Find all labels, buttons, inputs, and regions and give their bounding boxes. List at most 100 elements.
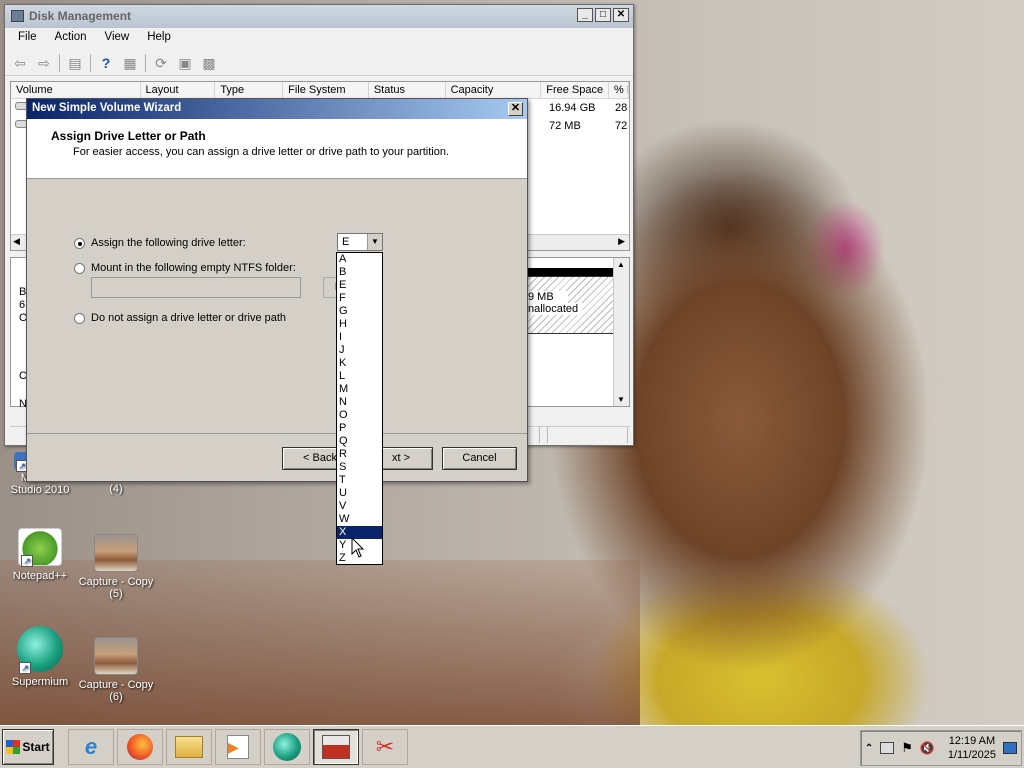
- network-icon[interactable]: [880, 742, 895, 754]
- firefox-icon: [127, 734, 153, 760]
- list-item[interactable]: Q: [337, 435, 382, 448]
- list-item[interactable]: I: [337, 331, 382, 344]
- supermium-icon: [273, 733, 301, 761]
- menu-view[interactable]: View: [96, 31, 139, 47]
- volume-muted-icon[interactable]: 🔇: [920, 741, 935, 755]
- radio-label: Assign the following drive letter:: [91, 237, 246, 249]
- list-item[interactable]: F: [337, 292, 382, 305]
- list-item[interactable]: H: [337, 318, 382, 331]
- list-item[interactable]: R: [337, 448, 382, 461]
- list-item[interactable]: V: [337, 500, 382, 513]
- close-button[interactable]: ✕: [613, 8, 629, 22]
- refresh-icon[interactable]: ⟳: [152, 54, 170, 72]
- window-titlebar[interactable]: Disk Management _ □ ✕: [5, 5, 633, 28]
- wizard-close-button[interactable]: ✕: [508, 102, 523, 116]
- list-item[interactable]: G: [337, 305, 382, 318]
- list-item[interactable]: M: [337, 383, 382, 396]
- taskbar-media-player[interactable]: ▶: [215, 729, 261, 765]
- vertical-scrollbar[interactable]: ▲ ▼: [613, 258, 629, 406]
- chevron-down-icon[interactable]: ▼: [367, 234, 382, 250]
- taskbar-internet-explorer[interactable]: e: [68, 729, 114, 765]
- window-title: Disk Management: [29, 9, 132, 23]
- windows-logo-icon: [6, 740, 21, 754]
- column-header[interactable]: Capacity: [446, 82, 542, 98]
- settings-icon[interactable]: ▩: [200, 54, 218, 72]
- drive-letter-dropdown[interactable]: A B E F G H I J K L M N O P Q R S T U V …: [336, 252, 383, 565]
- menu-file[interactable]: File: [9, 31, 46, 47]
- maximize-button[interactable]: □: [595, 8, 611, 22]
- cancel-button[interactable]: Cancel: [442, 447, 517, 470]
- wizard-heading: Assign Drive Letter or Path: [51, 129, 206, 143]
- list-item[interactable]: U: [337, 487, 382, 500]
- volume-list-header: Volume Layout Type File System Status Ca…: [11, 82, 629, 99]
- menu-action[interactable]: Action: [46, 31, 96, 47]
- column-header[interactable]: Layout: [141, 82, 216, 98]
- desktop-icon-label: (5): [109, 588, 123, 600]
- scroll-up-icon[interactable]: ▲: [617, 260, 625, 269]
- radio-icon: [74, 312, 85, 324]
- start-button[interactable]: Start: [2, 729, 54, 765]
- radio-icon: [74, 262, 85, 274]
- show-hidden-icons-icon[interactable]: ⌃: [865, 743, 873, 754]
- desktop-icon-label: (6): [109, 691, 123, 703]
- list-item[interactable]: W: [337, 513, 382, 526]
- divider: [27, 433, 527, 434]
- list-item[interactable]: B: [337, 266, 382, 279]
- rescan-icon[interactable]: ▣: [176, 54, 194, 72]
- column-header[interactable]: Volume: [11, 82, 141, 98]
- list-item[interactable]: N: [337, 396, 382, 409]
- forward-arrow-icon[interactable]: ⇨: [35, 54, 53, 72]
- desktop-icon-supermium[interactable]: ↗ Supermium: [0, 626, 80, 688]
- scroll-down-icon[interactable]: ▼: [617, 395, 625, 404]
- list-item[interactable]: O: [337, 409, 382, 422]
- back-arrow-icon[interactable]: ⇦: [11, 54, 29, 72]
- list-item[interactable]: L: [337, 370, 382, 383]
- desktop-icon-capture-6[interactable]: Capture - Copy (6): [76, 637, 156, 703]
- folder-icon: [175, 736, 203, 758]
- menu-help[interactable]: Help: [138, 31, 180, 47]
- column-header[interactable]: File System: [283, 82, 369, 98]
- list-item[interactable]: A: [337, 253, 382, 266]
- unallocated-size: 9 MB: [528, 291, 568, 303]
- unallocated-partition[interactable]: 9 MB nallocated: [523, 276, 615, 334]
- scroll-left-icon[interactable]: ◀: [13, 236, 20, 247]
- taskbar-firefox[interactable]: [117, 729, 163, 765]
- table-cell-pct: 72: [615, 120, 628, 132]
- scroll-right-icon[interactable]: ▶: [618, 236, 625, 247]
- photo-thumbnail-icon: [94, 637, 138, 675]
- column-header[interactable]: Status: [369, 82, 446, 98]
- list-item[interactable]: P: [337, 422, 382, 435]
- radio-no-letter[interactable]: Do not assign a drive letter or drive pa…: [74, 312, 286, 324]
- taskbar-disk-management[interactable]: [313, 729, 359, 765]
- wizard-titlebar[interactable]: New Simple Volume Wizard ✕: [27, 99, 527, 119]
- taskbar-explorer[interactable]: [166, 729, 212, 765]
- show-desktop-icon[interactable]: [1003, 742, 1017, 754]
- properties-icon[interactable]: ▤: [66, 54, 84, 72]
- taskbar-supermium[interactable]: [264, 729, 310, 765]
- minimize-button[interactable]: _: [577, 8, 593, 22]
- clock[interactable]: 12:19 AM 1/11/2025: [948, 734, 996, 762]
- desktop-icon-capture-5[interactable]: Capture - Copy (5): [76, 534, 156, 600]
- drive-letter-select[interactable]: E ▼: [337, 233, 383, 251]
- radio-mount-folder[interactable]: Mount in the following empty NTFS folder…: [74, 262, 296, 274]
- column-header[interactable]: Free Space: [541, 82, 610, 98]
- column-header[interactable]: Type: [215, 82, 284, 98]
- list-item[interactable]: T: [337, 474, 382, 487]
- list-item[interactable]: E: [337, 279, 382, 292]
- desktop-icon-notepadpp[interactable]: ↗ Notepad++: [0, 528, 80, 582]
- system-tray: ⌃ ⚑ 🔇 12:19 AM 1/11/2025: [859, 730, 1022, 766]
- action-center-flag-icon[interactable]: ⚑: [901, 740, 913, 756]
- console-tree-icon[interactable]: ▦: [121, 54, 139, 72]
- disk-management-icon: [11, 10, 24, 22]
- list-item[interactable]: J: [337, 344, 382, 357]
- taskbar: Start e ▶ ✂ ⌃ ⚑ 🔇 12:19 AM 1/11/2025: [0, 725, 1024, 768]
- toolbar: ⇦ ⇨ ▤ ? ▦ ⟳ ▣ ▩: [5, 50, 633, 76]
- desktop-icon-label: Supermium: [11, 676, 69, 688]
- column-header[interactable]: % F: [609, 82, 629, 98]
- list-item[interactable]: S: [337, 461, 382, 474]
- radio-assign-letter[interactable]: Assign the following drive letter:: [74, 237, 246, 249]
- help-icon[interactable]: ?: [97, 54, 115, 72]
- desktop-icon-capture-4[interactable]: (4): [76, 483, 156, 495]
- list-item[interactable]: K: [337, 357, 382, 370]
- taskbar-snipping-tool[interactable]: ✂: [362, 729, 408, 765]
